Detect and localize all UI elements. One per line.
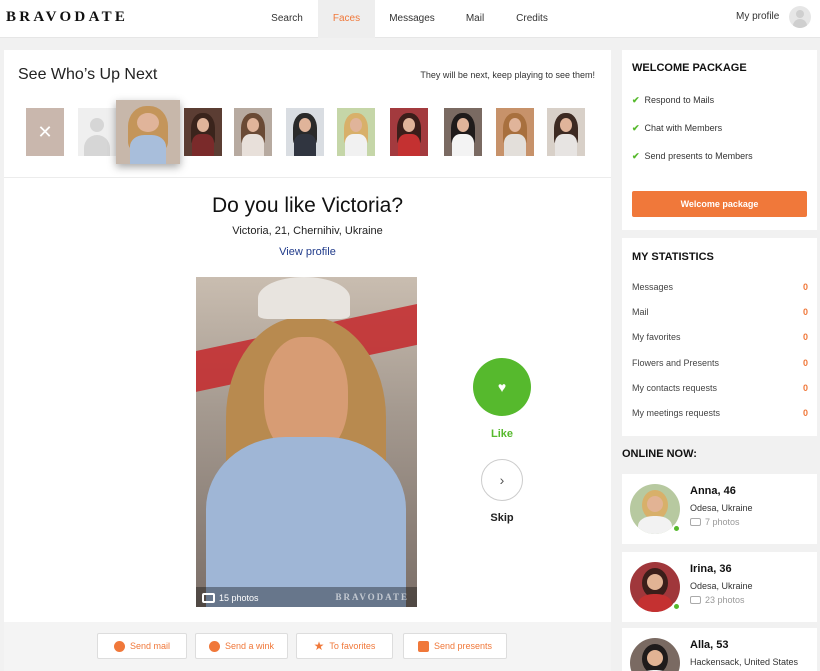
to-favorites-button[interactable]: ★ To favorites	[296, 633, 393, 659]
stat-row-presents[interactable]: Flowers and Presents 0	[632, 358, 808, 368]
view-profile-link[interactable]: View profile	[4, 246, 611, 258]
chat-bubble-icon	[113, 640, 125, 652]
camera-icon	[690, 596, 701, 604]
nav-search[interactable]: Search	[262, 0, 312, 38]
member-location: Odesa, Ukraine	[690, 503, 753, 513]
gift-icon	[417, 640, 429, 652]
skip-button[interactable]: ›	[481, 459, 523, 501]
thumb-next[interactable]	[496, 108, 534, 156]
photo-watermark: BRAVODATE	[335, 592, 409, 602]
check-icon: ✔	[632, 151, 640, 161]
upnext-strip: ✕	[4, 90, 611, 178]
thumb-next[interactable]	[184, 108, 222, 156]
smiley-icon	[208, 640, 220, 652]
member-name: Alla, 53	[690, 639, 729, 651]
statistics-title: MY STATISTICS	[632, 251, 714, 263]
like-button[interactable]: ♥	[473, 358, 531, 416]
welcome-item: ✔ Send presents to Members	[632, 151, 753, 161]
chevron-right-icon: ›	[499, 472, 505, 488]
thumb-next[interactable]	[444, 108, 482, 156]
welcome-item: ✔ Chat with Members	[632, 123, 723, 133]
stat-row-contacts[interactable]: My contacts requests 0	[632, 383, 808, 393]
nav-faces[interactable]: Faces	[318, 0, 375, 38]
online-status-dot	[672, 602, 681, 611]
member-avatar	[630, 638, 680, 671]
member-name: Irina, 36	[690, 563, 732, 575]
online-now-title: ONLINE NOW:	[622, 448, 697, 460]
send-wink-label: Send a wink	[224, 641, 275, 651]
check-icon: ✔	[632, 123, 640, 133]
top-header: BRAVODATE Search Faces Messages Mail Cre…	[0, 0, 820, 38]
upnext-subtitle: They will be next, keep playing to see t…	[420, 70, 595, 80]
member-name: Anna, 46	[690, 485, 736, 497]
member-location: Odesa, Ukraine	[690, 581, 753, 591]
check-icon: ✔	[632, 95, 640, 105]
thumb-current[interactable]	[116, 100, 180, 164]
thumb-next[interactable]	[337, 108, 375, 156]
thumb-next[interactable]	[234, 108, 272, 156]
camera-icon	[202, 593, 215, 603]
close-icon[interactable]: ✕	[26, 108, 64, 156]
welcome-package-card: WELCOME PACKAGE ✔ Respond to Mails ✔ Chat …	[622, 50, 817, 230]
online-member-card[interactable]: Irina, 36 Odesa, Ukraine 23 photos	[622, 552, 817, 622]
like-label: Like	[490, 428, 513, 440]
stat-row-messages[interactable]: Messages 0	[632, 282, 808, 292]
send-mail-label: Send mail	[129, 641, 171, 651]
online-status-dot	[672, 524, 681, 533]
nav-credits[interactable]: Credits	[508, 0, 556, 38]
stat-row-favorites[interactable]: My favorites 0	[632, 332, 808, 342]
my-profile-link[interactable]: My profile	[736, 11, 779, 22]
candidate-details: Victoria, 21, Chernihiv, Ukraine	[232, 225, 383, 237]
member-location: Hackensack, United States	[690, 657, 799, 667]
candidate-photo[interactable]: 15 photos BRAVODATE	[196, 277, 417, 607]
welcome-package-button[interactable]: Welcome package	[632, 191, 807, 217]
nav-messages[interactable]: Messages	[383, 0, 441, 38]
thumb-next[interactable]	[286, 108, 324, 156]
thumb-skipped[interactable]: ✕	[26, 108, 64, 156]
online-member-card[interactable]: Anna, 46 Odesa, Ukraine 7 photos	[622, 474, 817, 544]
thumb-next[interactable]	[390, 108, 428, 156]
send-presents-label: Send presents	[433, 641, 493, 651]
send-wink-button[interactable]: Send a wink	[195, 633, 288, 659]
stat-row-meetings[interactable]: My meetings requests 0	[632, 408, 808, 418]
site-logo[interactable]: BRAVODATE	[6, 9, 128, 26]
thumb-next[interactable]	[547, 108, 585, 156]
to-favorites-label: To favorites	[329, 641, 376, 651]
welcome-item: ✔ Respond to Mails	[632, 95, 715, 105]
send-mail-button[interactable]: Send mail	[97, 633, 187, 659]
camera-icon	[690, 518, 701, 526]
statistics-card: MY STATISTICS Messages 0 Mail 0 My favorit…	[622, 238, 817, 436]
star-icon: ★	[313, 639, 325, 653]
heart-icon: ♥	[497, 379, 507, 395]
nav-mail[interactable]: Mail	[455, 0, 495, 38]
faces-panel: See Who’s Up Next They will be next, kee…	[4, 50, 611, 671]
member-photo-count: 23 photos	[690, 595, 745, 605]
stat-row-mail[interactable]: Mail 0	[632, 307, 808, 317]
welcome-package-title: WELCOME PACKAGE	[632, 62, 747, 74]
action-bar: Send mail Send a wink ★ To favorites Sen…	[4, 622, 611, 671]
online-member-card[interactable]: Alla, 53 Hackensack, United States	[622, 628, 817, 671]
photo-count: 15 photos	[219, 593, 259, 603]
candidate-question: Do you like Victoria?	[211, 194, 404, 217]
upnext-title: See Who’s Up Next	[18, 66, 158, 83]
send-presents-button[interactable]: Send presents	[403, 633, 507, 659]
skip-label: Skip	[490, 512, 514, 524]
user-avatar[interactable]	[789, 6, 811, 28]
member-photo-count: 7 photos	[690, 517, 740, 527]
thumb-placeholder	[78, 108, 116, 156]
